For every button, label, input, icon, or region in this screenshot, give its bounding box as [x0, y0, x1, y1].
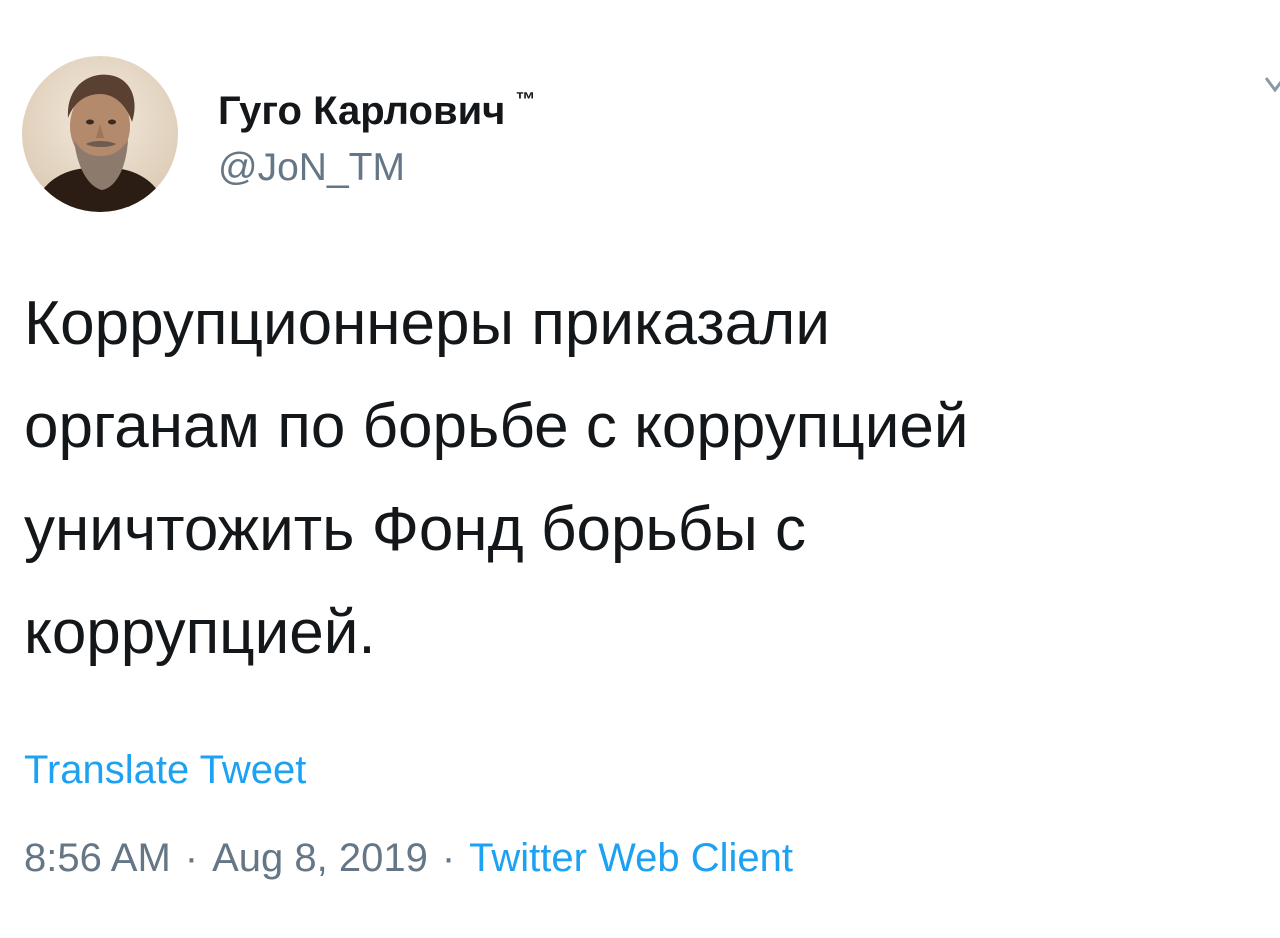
translate-tweet-link[interactable]: Translate Tweet	[24, 748, 306, 793]
user-info: Гуго Карлович ™ @JoN_TM	[218, 76, 535, 193]
separator: ·	[184, 836, 199, 880]
avatar[interactable]	[22, 56, 178, 212]
client-link[interactable]: Twitter Web Client	[469, 836, 793, 880]
portrait-avatar-icon	[22, 56, 178, 212]
tweet-header: Гуго Карлович ™ @JoN_TM	[22, 56, 535, 212]
tweet-metadata: 8:56 AM · Aug 8, 2019 · Twitter Web Client	[24, 836, 793, 881]
user-handle[interactable]: @JoN_TM	[218, 143, 535, 193]
separator: ·	[441, 836, 456, 880]
display-name-text[interactable]: Гуго Карлович	[218, 89, 505, 133]
tweet-text: Коррупционнеры приказали органам по борь…	[24, 289, 969, 667]
trademark-mark: ™	[515, 89, 536, 111]
chevron-down-icon[interactable]	[1264, 70, 1280, 98]
tweet-card: Гуго Карлович ™ @JoN_TM Коррупционнеры пр…	[0, 0, 1280, 938]
display-name[interactable]: Гуго Карлович ™	[218, 76, 535, 135]
tweet-time[interactable]: 8:56 AM	[24, 836, 171, 880]
tweet-date[interactable]: Aug 8, 2019	[212, 836, 428, 880]
